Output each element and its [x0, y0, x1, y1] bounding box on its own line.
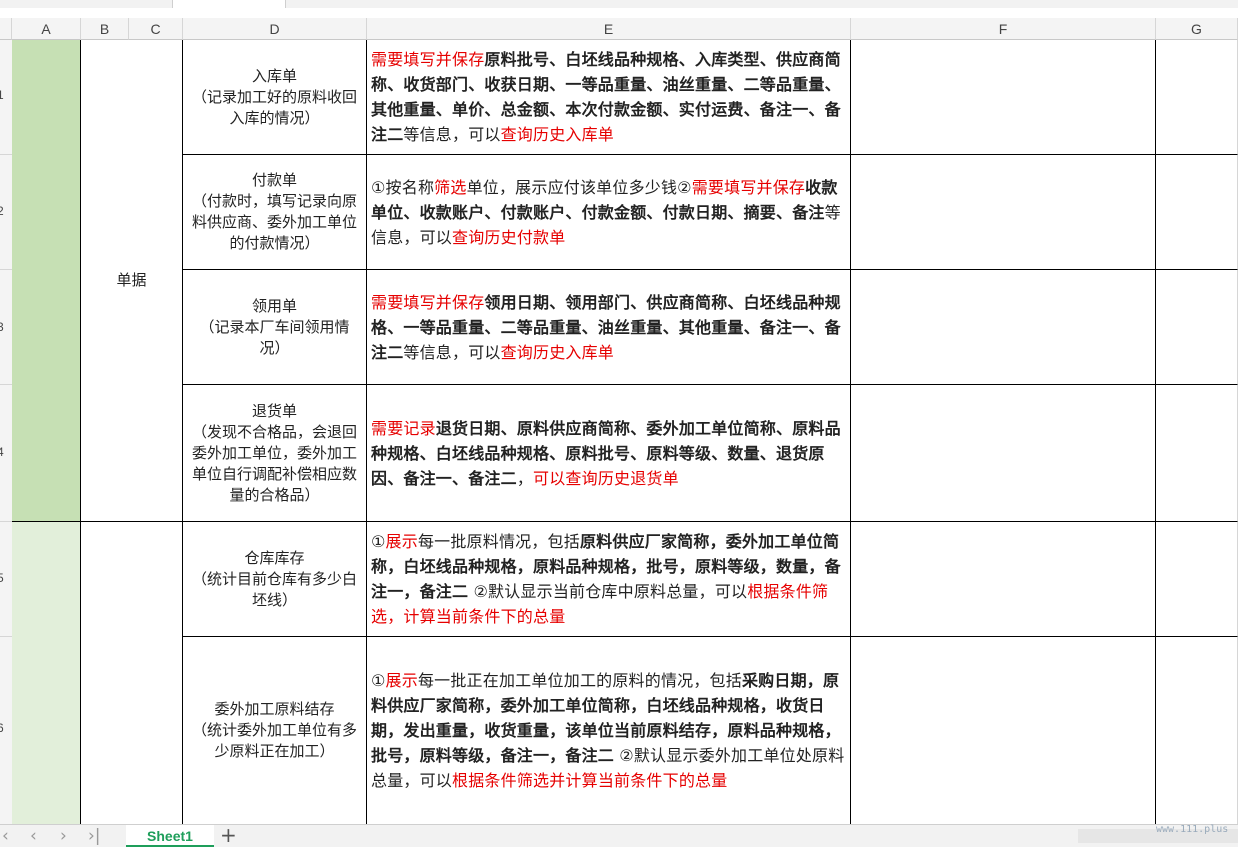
item-text: 退货单 （发现不合格品，会退回委外加工单位，委外加工单位自行调配补偿相应数量的合格… — [189, 401, 360, 506]
highlight-text: 需要填写并保存 — [371, 292, 485, 312]
highlight-text: 查询历史付款单 — [452, 227, 566, 247]
requirement-text: ①展示每一批正在加工单位加工的原料的情况，包括采购日期，原料供应厂家简称，委外加… — [371, 668, 846, 793]
plain-text: 单位，展示应付该单位多少钱② — [466, 177, 692, 197]
category-cell-empty[interactable] — [81, 522, 183, 824]
item-name: 退货单 — [251, 401, 297, 420]
requirement-cell[interactable]: ①展示每一批正在加工单位加工的原料的情况，包括采购日期，原料供应厂家简称，委外加… — [367, 637, 851, 824]
row-number[interactable]: 6 — [0, 721, 7, 735]
select-all-corner[interactable] — [0, 18, 12, 40]
item-description: （付款时，填写记录向原料供应商、委外加工单位的付款情况） — [191, 192, 357, 252]
col-header-a[interactable]: A — [12, 18, 81, 40]
item-name: 领用单 — [251, 296, 297, 315]
last-sheet-icon[interactable]: ›| — [88, 826, 101, 846]
highlight-text: 筛选 — [434, 177, 467, 197]
highlight-text: 展示 — [385, 671, 418, 690]
empty-cell-f[interactable] — [851, 40, 1156, 155]
highlight-text: 可以查询历史退货单 — [533, 468, 679, 488]
col-header-c[interactable]: C — [129, 18, 183, 40]
item-name: 入库单 — [251, 66, 297, 85]
category-label: 单据 — [116, 271, 147, 289]
empty-cell-f[interactable] — [851, 522, 1156, 637]
next-sheet-icon[interactable]: › — [60, 826, 67, 846]
highlight-text: 根据条件筛选并计算当前条件下的总量 — [452, 771, 728, 790]
item-name-cell[interactable]: 付款单 （付款时，填写记录向原料供应商、委外加工单位的付款情况） — [183, 155, 367, 270]
item-description: （记录加工好的原料收回入库的情况） — [191, 87, 357, 127]
file-tab[interactable] — [172, 0, 286, 8]
item-description: （统计委外加工单位有多少原料正在加工） — [191, 721, 357, 760]
requirement-cell[interactable]: ①按名称筛选单位，展示应付该单位多少钱②需要填写并保存收款单位、收款账户、付款账… — [367, 155, 851, 270]
highlight-text: 需要记录 — [371, 418, 436, 438]
watermark: www.111.plus — [1156, 824, 1229, 835]
item-description: （记录本厂车间领用情况） — [199, 317, 350, 357]
row-number[interactable]: 5 — [0, 571, 7, 585]
item-name-cell[interactable]: 委外加工原料结存 （统计委外加工单位有多少原料正在加工） — [183, 637, 367, 824]
empty-cell-f[interactable] — [851, 385, 1156, 522]
row-number[interactable]: 1 — [0, 88, 7, 102]
item-name-cell[interactable]: 仓库库存 （统计目前仓库有多少白坯线） — [183, 522, 367, 637]
prev-sheet-icon[interactable]: ‹ — [30, 826, 37, 846]
col-header-f[interactable]: F — [851, 18, 1156, 40]
plain-text: 每一批正在加工单位加工的原料的情况，包括 — [417, 671, 742, 690]
highlight-text: 查询历史入库单 — [500, 342, 615, 362]
empty-cell-g[interactable] — [1156, 385, 1238, 522]
empty-cell-f[interactable] — [851, 270, 1156, 385]
requirement-cell[interactable]: 需要记录退货日期、原料供应商简称、委外加工单位简称、原料品种规格、白坯线品种规格… — [367, 385, 851, 522]
row-number[interactable]: 3 — [0, 320, 7, 334]
add-sheet-icon[interactable]: + — [220, 823, 237, 847]
empty-cell-g[interactable] — [1156, 270, 1238, 385]
empty-cell-f[interactable] — [851, 637, 1156, 824]
item-name: 付款单 — [251, 171, 297, 189]
plain-text: 等信息，可以 — [403, 342, 501, 362]
empty-cell-f[interactable] — [851, 155, 1156, 270]
plain-text: ②默认显示当前仓库中原料总量，可以 — [468, 582, 748, 601]
empty-cell-g[interactable] — [1156, 522, 1238, 637]
col-header-e[interactable]: E — [367, 18, 851, 40]
empty-cell-g[interactable] — [1156, 155, 1238, 270]
sheet-bar: ‹ ‹ › ›| Sheet1 + — [0, 823, 1238, 847]
requirement-text: ①展示每一批原料情况，包括原料供应厂家简称，委外加工单位简称，白坯线品种规格，原… — [371, 529, 846, 629]
category-cell[interactable]: 单据 — [81, 40, 183, 522]
cell-a-merged-green[interactable] — [12, 40, 81, 522]
highlight-text: 查询历史入库单 — [500, 125, 615, 144]
item-text: 仓库库存 （统计目前仓库有多少白坯线） — [189, 548, 360, 611]
requirement-text: 需要填写并保存原料批号、白坯线品种规格、入库类型、供应商简称、收货部门、收获日期… — [371, 47, 846, 147]
item-text: 付款单 （付款时，填写记录向原料供应商、委外加工单位的付款情况） — [189, 170, 360, 254]
empty-cell-g[interactable] — [1156, 637, 1238, 824]
item-description: （统计目前仓库有多少白坯线） — [191, 569, 357, 609]
item-text: 领用单 （记录本厂车间领用情况） — [189, 296, 360, 359]
highlight-text: 需要填写并保存 — [691, 177, 806, 197]
col-header-g[interactable]: G — [1156, 18, 1238, 40]
requirement-text: 需要填写并保存领用日期、领用部门、供应商简称、白坯线品种规格、一等品重量、二等品… — [371, 290, 846, 365]
requirement-cell[interactable]: 需要填写并保存领用日期、领用部门、供应商简称、白坯线品种规格、一等品重量、二等品… — [367, 270, 851, 385]
row-number[interactable]: 2 — [0, 204, 7, 218]
highlight-text: 需要填写并保存 — [371, 50, 485, 69]
col-header-d[interactable]: D — [183, 18, 367, 40]
cell-a-merged-lightgreen[interactable] — [12, 522, 81, 824]
item-text: 入库单 （记录加工好的原料收回入库的情况） — [189, 66, 360, 129]
item-name-cell[interactable]: 退货单 （发现不合格品，会退回委外加工单位，委外加工单位自行调配补偿相应数量的合格… — [183, 385, 367, 522]
empty-cell-g[interactable] — [1156, 40, 1238, 155]
col-header-b[interactable]: B — [81, 18, 129, 40]
plain-text: ， — [516, 468, 534, 488]
plain-text: ① — [371, 532, 386, 551]
row-number[interactable]: 4 — [0, 445, 7, 459]
requirement-cell[interactable]: ①展示每一批原料情况，包括原料供应厂家简称，委外加工单位简称，白坯线品种规格，原… — [367, 522, 851, 637]
item-name: 仓库库存 — [244, 548, 305, 567]
plain-text: 等信息，可以 — [403, 125, 501, 144]
tab-strip — [0, 0, 1238, 8]
item-name-cell[interactable]: 领用单 （记录本厂车间领用情况） — [183, 270, 367, 385]
plain-text: ①按名称 — [371, 177, 435, 197]
item-name: 委外加工原料结存 — [214, 700, 335, 718]
sheet-tab[interactable]: Sheet1 — [126, 825, 214, 847]
requirement-cell[interactable]: 需要填写并保存原料批号、白坯线品种规格、入库类型、供应商简称、收货部门、收获日期… — [367, 40, 851, 155]
item-name-cell[interactable]: 入库单 （记录加工好的原料收回入库的情况） — [183, 40, 367, 155]
item-text: 委外加工原料结存 （统计委外加工单位有多少原料正在加工） — [189, 699, 360, 762]
plain-text: 每一批原料情况，包括 — [417, 532, 580, 551]
requirement-text: 需要记录退货日期、原料供应商简称、委外加工单位简称、原料品种规格、白坯线品种规格… — [371, 416, 846, 491]
first-sheet-icon[interactable]: ‹ — [2, 826, 9, 846]
requirement-text: ①按名称筛选单位，展示应付该单位多少钱②需要填写并保存收款单位、收款账户、付款账… — [371, 175, 846, 250]
item-description: （发现不合格品，会退回委外加工单位，委外加工单位自行调配补偿相应数量的合格品） — [191, 422, 357, 504]
plain-text: ① — [371, 671, 386, 690]
highlight-text: 展示 — [385, 532, 418, 551]
